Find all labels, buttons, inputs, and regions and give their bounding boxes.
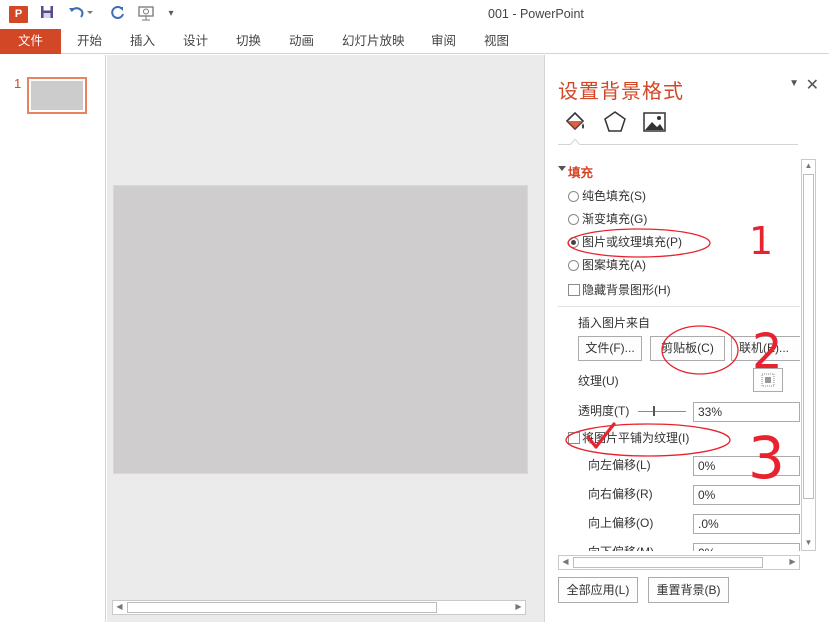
radio-gradient-fill[interactable] — [568, 214, 579, 225]
pane-vertical-scrollbar[interactable]: ▲ ▼ — [801, 159, 816, 551]
present-icon[interactable] — [136, 5, 156, 23]
offset-right-label: 向右偏移(R) — [588, 487, 653, 501]
tab-insert[interactable]: 插入 — [118, 29, 167, 54]
tab-file[interactable]: 文件 — [0, 29, 61, 54]
pane-options-icon[interactable]: ▼ — [789, 78, 799, 89]
offset-left-label: 向左偏移(L) — [588, 458, 651, 472]
reset-background-button[interactable]: 重置背景(B) — [648, 577, 729, 603]
online-button[interactable]: 联机(E)... — [731, 336, 800, 361]
slide[interactable] — [114, 186, 527, 473]
pane-divider — [558, 144, 798, 145]
transparency-slider-thumb[interactable] — [652, 406, 655, 416]
tab-review[interactable]: 审阅 — [419, 29, 468, 54]
collapse-icon[interactable] — [558, 166, 566, 171]
transparency-input[interactable]: 33% — [693, 402, 800, 422]
pane-title: 设置背景格式 — [558, 81, 684, 103]
offset-left-input[interactable]: 0% — [693, 456, 800, 476]
radio-pattern-fill[interactable] — [568, 260, 579, 271]
label-hide-graphics: 隐藏背景图形(H) — [582, 283, 671, 297]
redo-icon[interactable] — [108, 5, 128, 23]
pentagon-icon[interactable] — [602, 109, 628, 137]
checkbox-tile-texture[interactable] — [568, 432, 580, 444]
tab-view[interactable]: 视图 — [472, 29, 521, 54]
scroll-right-icon[interactable]: ▶ — [512, 601, 525, 614]
active-tab-caret — [570, 139, 580, 145]
powerpoint-app-icon[interactable]: P — [9, 6, 28, 23]
section-fill[interactable]: 填充 — [568, 162, 593, 181]
scroll-right-icon[interactable]: ▶ — [786, 556, 799, 569]
tab-design[interactable]: 设计 — [171, 29, 220, 54]
radio-picture-fill[interactable] — [568, 237, 579, 248]
title-bar: P ▾ 001 - PowerPoint — [0, 0, 829, 29]
slide-canvas: ◀ ▶ — [107, 55, 544, 622]
transparency-label: 透明度(T) — [578, 404, 630, 418]
scrollbar-thumb[interactable] — [803, 174, 814, 499]
scroll-down-icon[interactable]: ▼ — [802, 537, 815, 550]
ribbon-tabs: 文件 开始 插入 设计 切换 动画 幻灯片放映 审阅 视图 — [0, 29, 829, 54]
pane-horizontal-scrollbar[interactable]: ◀ ▶ — [558, 555, 800, 570]
label-gradient-fill: 渐变填充(G) — [582, 212, 648, 226]
file-button[interactable]: 文件(F)... — [578, 336, 642, 361]
slide-thumbnail-pane: 1 — [0, 55, 106, 622]
checkbox-hide-graphics[interactable] — [568, 284, 580, 296]
undo-icon[interactable] — [66, 5, 96, 23]
radio-solid-fill[interactable] — [568, 191, 579, 202]
offset-right-input[interactable]: 0% — [693, 485, 800, 505]
label-solid-fill: 纯色填充(S) — [582, 189, 646, 203]
insert-from-label: 插入图片来自 — [578, 316, 651, 330]
scroll-up-icon[interactable]: ▲ — [802, 160, 815, 173]
slide-thumbnail[interactable] — [27, 77, 87, 114]
save-icon[interactable] — [37, 5, 57, 23]
offset-top-input[interactable]: .0% — [693, 514, 800, 534]
scroll-left-icon[interactable]: ◀ — [113, 601, 126, 614]
customize-icon[interactable]: ▾ — [161, 5, 181, 23]
document-title: 001 - PowerPoint — [488, 7, 584, 21]
scroll-left-icon[interactable]: ◀ — [559, 556, 572, 569]
texture-label: 纹理(U) — [578, 374, 619, 388]
offset-bottom-input[interactable]: 0% — [693, 543, 800, 551]
tab-transitions[interactable]: 切换 — [224, 29, 273, 54]
divider — [558, 306, 800, 307]
transparency-slider-track[interactable] — [638, 411, 686, 412]
pane-content: 填充 纯色填充(S) 渐变填充(G) 图片或纹理填充(P) 图案填充(A) 隐藏… — [558, 159, 800, 551]
scrollbar-thumb[interactable] — [573, 557, 763, 568]
label-tile-texture: 将图片平铺为纹理(I) — [582, 431, 690, 445]
scrollbar-thumb[interactable] — [127, 602, 437, 613]
label-picture-fill: 图片或纹理填充(P) — [582, 235, 682, 249]
fill-bucket-icon[interactable] — [562, 109, 588, 137]
label-pattern-fill: 图案填充(A) — [582, 258, 646, 272]
tab-home[interactable]: 开始 — [65, 29, 114, 54]
picture-icon[interactable] — [642, 109, 668, 137]
tab-slideshow[interactable]: 幻灯片放映 — [330, 29, 417, 54]
slide-number: 1 — [14, 76, 22, 91]
offset-bottom-label: 向下偏移(M) — [588, 543, 654, 551]
offset-top-label: 向上偏移(O) — [588, 516, 654, 530]
canvas-horizontal-scrollbar[interactable]: ◀ ▶ — [112, 600, 526, 615]
texture-picker[interactable] — [753, 368, 783, 392]
clipboard-button[interactable]: 剪贴板(C) — [650, 336, 725, 361]
format-background-pane: 设置背景格式 ▼ ✕ 填充 纯色填充(S) 渐变填充(G) 图片或纹理填充(P)… — [544, 55, 829, 622]
tab-animations[interactable]: 动画 — [277, 29, 326, 54]
close-icon[interactable]: ✕ — [806, 75, 819, 95]
apply-to-all-button[interactable]: 全部应用(L) — [558, 577, 638, 603]
